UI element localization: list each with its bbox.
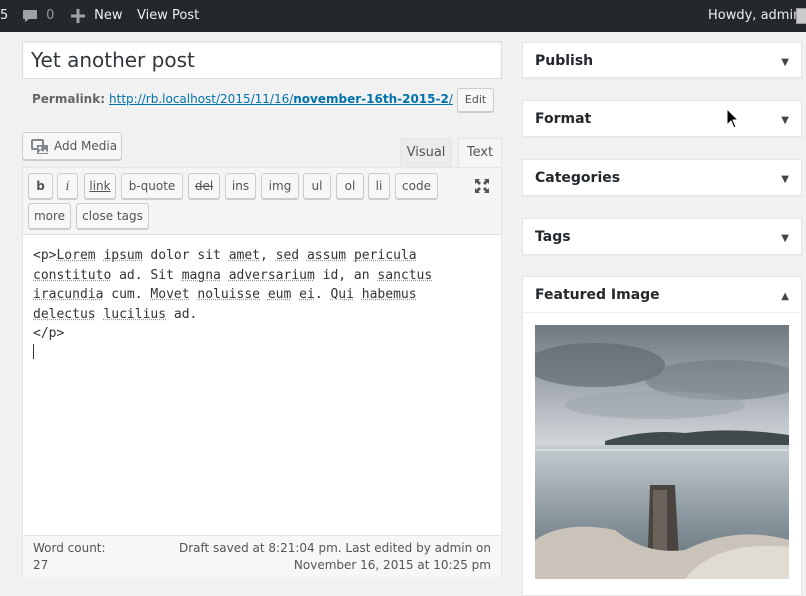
mouse-cursor-icon [726,108,740,130]
featured-image-thumbnail[interactable] [535,325,789,579]
code-button[interactable]: code [395,173,438,199]
content-word: iracundia [33,287,103,302]
content-word: noluisse [197,287,260,302]
quicktags-toolbar: b i link b-quote del ins img ul ol li co… [23,168,501,235]
italic-button-label: i [66,179,70,193]
content-word: lucilius [103,307,166,322]
tags-box[interactable]: Tags ▼ [522,218,802,255]
format-box[interactable]: Format ▼ [522,100,802,137]
content-tag: <p> [33,248,56,263]
edit-permalink-button[interactable]: Edit [457,88,494,112]
permalink-label: Permalink: [32,92,105,106]
content-word: Lorem [56,248,95,263]
content-word: habemus [362,287,417,302]
comments-count: 0 [46,8,54,23]
autosave-status: Draft saved at 8:21:04 pm. Last edited b… [131,540,491,574]
content-text: ad. Sit [111,268,181,283]
featured-image-box: Featured Image ▲ [522,276,802,596]
publish-box-title: Publish [523,43,801,79]
content-text: ad. [166,307,197,322]
ul-button[interactable]: ul [303,173,331,199]
word-count: Word count: 27 [33,540,123,574]
content-word: sed [276,248,299,263]
post-status-info: Word count: 27 Draft saved at 8:21:04 pm… [23,535,501,577]
content-text: cum. [103,287,150,302]
plus-icon [71,9,85,23]
content-text [221,268,229,283]
triangle-down-icon[interactable]: ▼ [781,174,789,185]
content-word: ipsum [103,248,142,263]
add-media-label: Add Media [54,139,117,153]
content-word: sanctus [377,268,432,283]
permalink-link[interactable]: http://rb.localhost/2015/11/16/november-… [109,92,453,106]
content-text [260,287,268,302]
content-text [291,287,299,302]
triangle-down-icon[interactable]: ▼ [781,115,789,126]
new-label: New [94,8,122,23]
content-word: delectus [33,307,96,322]
content-word: Movet [150,287,189,302]
content-word: constituto [33,268,111,283]
tab-text[interactable]: Text [458,138,502,168]
permalink-trail: / [449,92,453,106]
bold-button[interactable]: b [28,173,53,199]
categories-box-title: Categories [523,160,801,196]
content-word: magna [182,268,221,283]
comments-menu[interactable]: 0 [22,0,54,32]
content-word: amet [229,248,260,263]
publish-box[interactable]: Publish ▼ [522,42,802,78]
new-content-menu[interactable]: New [71,0,123,32]
text-editor: b i link b-quote del ins img ul ol li co… [22,167,502,577]
text-caret [33,344,34,359]
content-text: , [260,248,276,263]
content-word: Qui [330,287,353,302]
view-post-link[interactable]: View Post [137,0,199,32]
format-box-title: Format [523,101,801,137]
italic-button[interactable]: i [57,173,78,199]
content-text: . [315,287,331,302]
fullscreen-icon[interactable] [474,178,490,198]
media-icon [31,139,49,155]
permalink-row: Permalink: http://rb.localhost/2015/11/16… [32,88,494,112]
triangle-down-icon[interactable]: ▼ [781,57,789,68]
add-media-button[interactable]: Add Media [22,132,122,160]
admin-bar: 5 0 New View Post Howdy, admin [0,0,806,32]
close-tags-button[interactable]: close tags [76,203,149,229]
content-word: ei [299,287,315,302]
more-button[interactable]: more [28,203,71,229]
content-word: assum [307,248,346,263]
post-title-input[interactable]: Yet another post [22,41,502,79]
tab-visual[interactable]: Visual [400,138,452,168]
content-tag: </p> [33,326,64,341]
li-button[interactable]: li [368,173,390,199]
admin-bar-partial-count[interactable]: 5 [0,0,8,32]
del-button[interactable]: del [188,173,220,199]
content-text: id, an [315,268,378,283]
tags-box-title: Tags [523,219,801,255]
permalink-base: http://rb.localhost/2015/11/16/ [109,92,293,106]
blockquote-button[interactable]: b-quote [121,173,183,199]
content-text [354,287,362,302]
ins-button[interactable]: ins [225,173,256,199]
content-text [299,248,307,263]
img-button[interactable]: img [261,173,299,199]
content-word: pericula [354,248,417,263]
account-menu[interactable]: Howdy, admin [708,0,801,32]
content-word: eum [268,287,291,302]
featured-image-box-title[interactable]: Featured Image [523,277,801,313]
link-button[interactable]: link [84,173,116,199]
triangle-up-icon[interactable]: ▲ [781,291,789,302]
content-text: dolor sit [143,248,229,263]
triangle-down-icon[interactable]: ▼ [781,233,789,244]
ol-button[interactable]: ol [336,173,364,199]
permalink-slug: november-16th-2015-2 [293,92,449,106]
content-word: adversarium [229,268,315,283]
categories-box[interactable]: Categories ▼ [522,159,802,196]
avatar[interactable] [796,8,806,24]
post-content-textarea[interactable]: <p>Lorem ipsum dolor sit amet, sed assum… [33,246,493,344]
comment-bubble-icon [22,9,38,23]
content-text [346,248,354,263]
